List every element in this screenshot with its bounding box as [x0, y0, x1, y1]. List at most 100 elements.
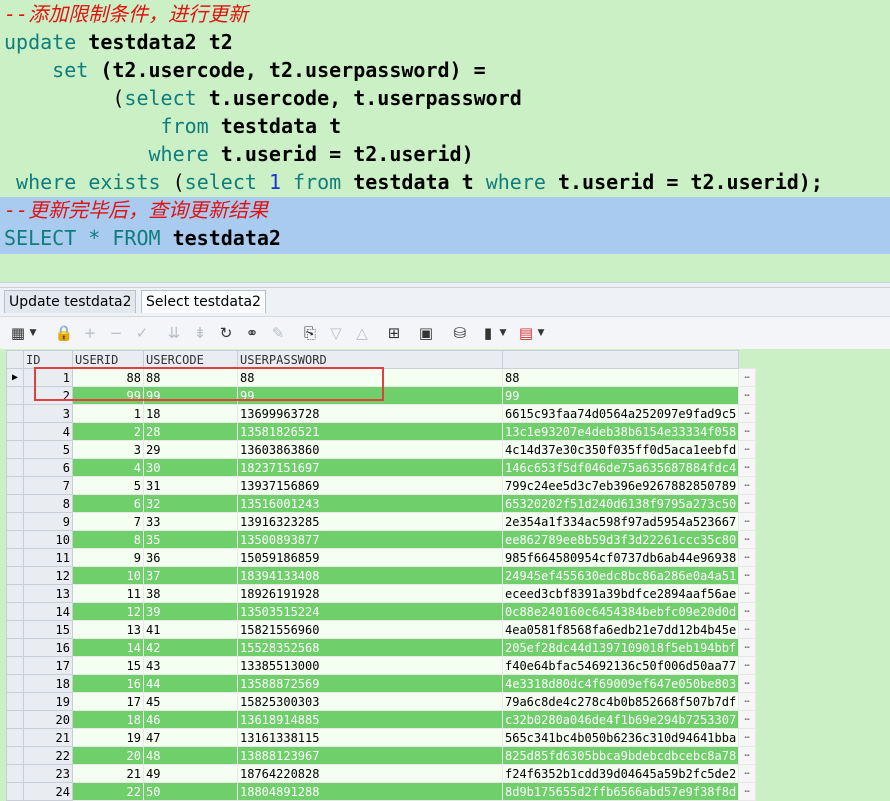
ellipsis-button[interactable]: ⋯ — [738, 512, 757, 531]
cell-userpassword[interactable]: 65320202f51d240d6138f9795a273c50 — [501, 494, 740, 513]
editor-line-7[interactable]: where exists (select 1 from testdata t w… — [4, 168, 823, 196]
cell-userpassword[interactable]: 4e3318d80dc4f69009ef647e050be803 — [501, 674, 740, 693]
table-row[interactable]: 5 3 29 13603863860 4c14d37e30c350f035ff0d5ac… — [6, 440, 757, 459]
cell-userpassword[interactable]: 6615c93faa74d0564a252097e9fad9c5 — [501, 404, 740, 423]
cell-userid[interactable]: 41 — [143, 620, 238, 639]
table-row[interactable]: 6 4 30 18237151697 146c653f5df046de75a635687… — [6, 458, 757, 477]
cell-id[interactable]: 4 — [72, 458, 144, 477]
table-row[interactable]: 3 1 18 13699963728 6615c93faa74d0564a252097e… — [6, 404, 757, 423]
table-row[interactable]: 15 13 41 15821556960 4ea0581f8568fa6edb21e7d… — [6, 620, 757, 639]
cell-id[interactable]: 20 — [72, 746, 144, 765]
cell-userpassword[interactable]: 205ef28dc44d1397109018f5eb194bbf — [501, 638, 740, 657]
cell-usercode[interactable]: 13916323285 — [237, 512, 503, 531]
table-row[interactable]: 9 7 33 13916323285 2e354a1f334ac598f97ad5954… — [6, 512, 757, 531]
tree-icon[interactable]: ⊞ — [384, 323, 404, 343]
cell-userid[interactable]: 42 — [143, 638, 238, 657]
chevron-down-icon[interactable]: ▼ — [28, 323, 38, 343]
ellipsis-button[interactable]: ⋯ — [738, 458, 757, 477]
table-row[interactable]: 18 16 44 13588872569 4e3318d80dc4f69009ef647… — [6, 674, 757, 693]
row-indicator[interactable] — [6, 566, 24, 585]
table-red-icon[interactable]: ▤ — [516, 323, 536, 343]
ellipsis-button[interactable]: ⋯ — [738, 674, 757, 693]
cell-id[interactable]: 21 — [72, 764, 144, 783]
row-indicator[interactable] — [6, 548, 24, 567]
cell-id[interactable]: 2 — [72, 422, 144, 441]
table-row[interactable]: 11 9 36 15059186859 985f664580954cf0737db6ab… — [6, 548, 757, 567]
editor-line-3[interactable]: set (t2.usercode, t2.userpassword) = — [4, 56, 485, 84]
cell-usercode[interactable]: 13161338115 — [237, 728, 503, 747]
chevron-down-icon[interactable]: ▼ — [498, 323, 508, 343]
editor-line-8[interactable]: --更新完毕后，查询更新结果 — [4, 196, 268, 224]
cell-userpassword[interactable]: 99 — [501, 386, 740, 405]
tab-select-testdata2[interactable]: Select testdata2 — [141, 290, 266, 313]
eraser-icon[interactable]: ✎ — [268, 323, 288, 343]
column-header-userpassword[interactable]: USERPASSWORD — [237, 350, 503, 369]
cell-id[interactable]: 5 — [72, 476, 144, 495]
cell-usercode[interactable]: 18237151697 — [237, 458, 503, 477]
cell-userid[interactable]: 33 — [143, 512, 238, 531]
row-indicator[interactable] — [6, 422, 24, 441]
table-row[interactable]: 10 8 35 13500893877 ee862789ee8b59d3f3d22261… — [6, 530, 757, 549]
ellipsis-button[interactable]: ⋯ — [738, 602, 757, 621]
cell-usercode[interactable]: 15059186859 — [237, 548, 503, 567]
refresh-icon[interactable]: ↻ — [216, 323, 236, 343]
cell-userpassword[interactable]: 88 — [501, 368, 740, 387]
arrow-down-icon[interactable]: ▽ — [326, 323, 346, 343]
cell-userpassword[interactable]: 24945ef455630edc8bc86a286e0a4a51 — [501, 566, 740, 585]
cell-userpassword[interactable]: 565c341bc4b050b6236c310d94641bba — [501, 728, 740, 747]
lock-icon[interactable]: 🔒 — [54, 323, 74, 343]
ellipsis-button[interactable]: ⋯ — [738, 764, 757, 783]
row-indicator[interactable] — [6, 602, 24, 621]
row-indicator[interactable] — [6, 620, 24, 639]
editor-line-2[interactable]: update testdata2 t2 — [4, 28, 233, 56]
database-icon[interactable]: ⛁ — [450, 323, 470, 343]
cell-usercode[interactable]: 13603863860 — [237, 440, 503, 459]
row-indicator[interactable] — [6, 710, 24, 729]
ellipsis-button[interactable]: ⋯ — [738, 728, 757, 747]
cell-userid[interactable]: 30 — [143, 458, 238, 477]
ellipsis-button[interactable]: ⋯ — [738, 566, 757, 585]
editor-line-6[interactable]: where t.userid = t2.userid) — [4, 140, 474, 168]
cell-userid[interactable]: 37 — [143, 566, 238, 585]
cell-usercode[interactable]: 13588872569 — [237, 674, 503, 693]
table-row[interactable]: 7 5 31 13937156869 799c24ee5d3c7eb396e926788… — [6, 476, 757, 495]
cell-usercode[interactable]: 13937156869 — [237, 476, 503, 495]
cell-usercode[interactable]: 18926191928 — [237, 584, 503, 603]
row-indicator[interactable] — [6, 440, 24, 459]
cell-userid[interactable]: 46 — [143, 710, 238, 729]
chart-icon[interactable]: ▮ — [478, 323, 498, 343]
row-indicator[interactable] — [6, 530, 24, 549]
grid-icon[interactable]: ▦ — [8, 323, 28, 343]
cell-id[interactable]: 15 — [72, 656, 144, 675]
chevron-down-icon[interactable]: ▼ — [536, 323, 546, 343]
cell-id[interactable]: 11 — [72, 584, 144, 603]
ellipsis-button[interactable]: ⋯ — [738, 476, 757, 495]
ellipsis-button[interactable]: ⋯ — [738, 422, 757, 441]
cell-usercode[interactable]: 13516001243 — [237, 494, 503, 513]
row-indicator[interactable] — [6, 674, 24, 693]
cell-usercode[interactable]: 13385513000 — [237, 656, 503, 675]
column-header-usercode[interactable]: USERCODE — [143, 350, 238, 369]
cell-userpassword[interactable]: 146c653f5df046de75a635687884fdc4 — [501, 458, 740, 477]
cell-userid[interactable]: 45 — [143, 692, 238, 711]
row-indicator[interactable] — [6, 512, 24, 531]
table-row[interactable]: 14 12 39 13503515224 0c88e240160c6454384bebf… — [6, 602, 757, 621]
plus-icon[interactable]: + — [80, 323, 100, 343]
cell-userid[interactable]: 49 — [143, 764, 238, 783]
column-header-userid[interactable]: USERID — [72, 350, 144, 369]
cell-userpassword[interactable]: 4c14d37e30c350f035ff0d5aca1eebfd — [501, 440, 740, 459]
ellipsis-button[interactable]: ⋯ — [738, 656, 757, 675]
filter-icon[interactable]: ⇟ — [190, 323, 210, 343]
editor-line-4[interactable]: (select t.usercode, t.userpassword — [4, 84, 521, 112]
editor-line-9[interactable]: SELECT * FROM testdata2 — [4, 224, 281, 252]
save-icon[interactable]: ▣ — [416, 323, 436, 343]
cell-userid[interactable]: 43 — [143, 656, 238, 675]
cell-userid[interactable]: 38 — [143, 584, 238, 603]
cell-id[interactable]: 16 — [72, 674, 144, 693]
row-indicator[interactable] — [6, 404, 24, 423]
cell-userpassword[interactable]: 799c24ee5d3c7eb396e9267882850789 — [501, 476, 740, 495]
cell-id[interactable]: 7 — [72, 512, 144, 531]
result-grid[interactable]: ID USERID USERCODE USERPASSWORD ▶ 1 88 88 88… — [0, 349, 890, 801]
ellipsis-button[interactable]: ⋯ — [738, 386, 757, 405]
cell-id[interactable]: 18 — [72, 710, 144, 729]
